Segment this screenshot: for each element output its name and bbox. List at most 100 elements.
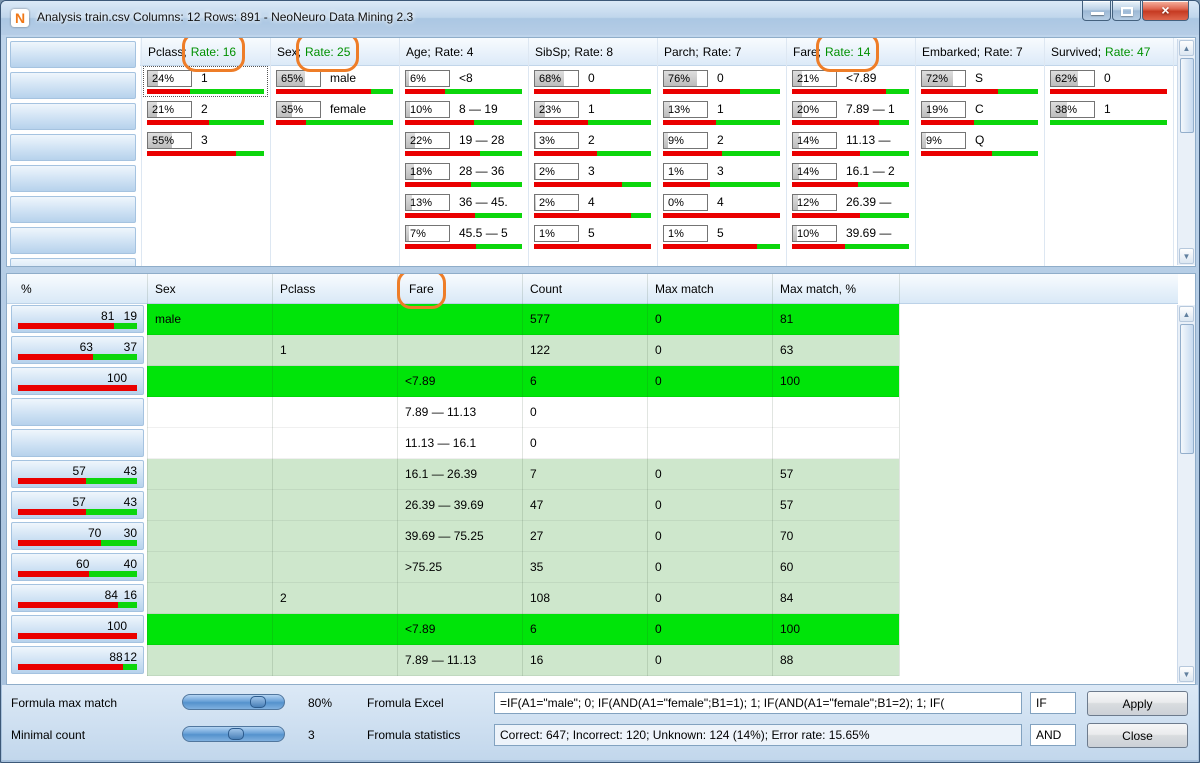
attribute-cell[interactable]: 19%C (917, 97, 1042, 128)
table-row[interactable]: >75.2535060 (147, 552, 899, 583)
match-percent-cell[interactable]: 1981 (11, 305, 144, 333)
table-row[interactable]: 26.39 — 39.6947057 (147, 490, 899, 521)
attribute-cell[interactable]: 7%45.5 — 5 (401, 221, 526, 252)
attribute-cell[interactable]: 76%0 (659, 66, 784, 97)
minimize-button[interactable] (1082, 1, 1111, 21)
attribute-cell[interactable]: 14%11.13 — (788, 128, 913, 159)
match-percent-cell[interactable]: 100 (11, 367, 144, 395)
row-selector-cell[interactable] (10, 41, 136, 68)
scroll-thumb[interactable] (1180, 324, 1194, 454)
match-percent-cell[interactable]: 1288 (11, 646, 144, 674)
table-row[interactable]: 16.1 — 26.397057 (147, 459, 899, 490)
slider-thumb[interactable] (228, 728, 244, 740)
attribute-cell[interactable]: 38%1 (1046, 97, 1171, 128)
column-header-fare[interactable]: Fare;Rate: 14 (786, 38, 870, 66)
attribute-cell[interactable]: 2%4 (530, 190, 655, 221)
table-row[interactable]: 7.89 — 11.1316088 (147, 645, 899, 676)
minimal-count-slider[interactable] (182, 726, 285, 742)
column-header-max-match-pct[interactable]: Max match, % (780, 274, 856, 304)
scroll-up-icon[interactable]: ▲ (1179, 40, 1194, 56)
scroll-down-icon[interactable]: ▼ (1179, 248, 1194, 264)
table-row[interactable]: 1122063 (147, 335, 899, 366)
attribute-cell[interactable]: 9%2 (659, 128, 784, 159)
match-percent-cell[interactable]: 4357 (11, 460, 144, 488)
match-percent-cell[interactable]: 1684 (11, 584, 144, 612)
attribute-cell[interactable]: 14%16.1 — 2 (788, 159, 913, 190)
attribute-cell[interactable]: 65%male (272, 66, 397, 97)
scrollbar-bottom[interactable]: ▲ ▼ (1177, 305, 1195, 683)
formula-excel-input[interactable] (494, 692, 1022, 714)
attribute-cell[interactable]: 22%19 — 28 (401, 128, 526, 159)
maximize-button[interactable] (1112, 1, 1141, 21)
row-selector-cell[interactable] (10, 165, 136, 192)
attribute-cell[interactable]: 10%39.69 — (788, 221, 913, 252)
table-row[interactable]: <7.8960100 (147, 366, 899, 397)
attribute-cell[interactable]: 18%28 — 36 (401, 159, 526, 190)
attribute-cell[interactable]: 1%5 (530, 221, 655, 252)
attribute-cell[interactable]: 21%2 (143, 97, 268, 128)
scroll-up-icon[interactable]: ▲ (1179, 306, 1194, 322)
match-percent-cell[interactable]: 4357 (11, 491, 144, 519)
column-header-age[interactable]: Age;Rate: 4 (399, 38, 473, 66)
attribute-cell[interactable]: 55%3 (143, 128, 268, 159)
match-percent-cell[interactable] (11, 429, 144, 457)
table-row[interactable]: 2108084 (147, 583, 899, 614)
if-operator-input[interactable] (1030, 692, 1076, 714)
match-percent-cell[interactable] (11, 398, 144, 426)
attribute-cell[interactable]: 13%36 — 45. (401, 190, 526, 221)
column-header-embarked[interactable]: Embarked;Rate: 7 (915, 38, 1023, 66)
match-percent-cell[interactable]: 4060 (11, 553, 144, 581)
column-header-pclass[interactable]: Pclass;Rate: 16 (141, 38, 236, 66)
attribute-cell[interactable]: 1%5 (659, 221, 784, 252)
row-selector-cell[interactable] (10, 134, 136, 161)
attribute-cell[interactable]: 24%1 (143, 66, 268, 97)
attribute-cell[interactable]: 62%0 (1046, 66, 1171, 97)
attribute-cell[interactable]: 10%8 — 19 (401, 97, 526, 128)
column-header-fare[interactable]: Fare (405, 274, 434, 304)
attribute-cell[interactable]: 21%<7.89 (788, 66, 913, 97)
attribute-cell[interactable]: 20%7.89 — 1 (788, 97, 913, 128)
row-selector-cell[interactable] (10, 227, 136, 254)
attribute-cell[interactable]: 13%1 (659, 97, 784, 128)
slider-thumb[interactable] (250, 696, 266, 708)
scroll-down-icon[interactable]: ▼ (1179, 666, 1194, 682)
apply-button[interactable]: Apply (1087, 691, 1188, 716)
and-operator-input[interactable] (1030, 724, 1076, 746)
formula-statistics-input[interactable] (494, 724, 1022, 746)
close-button-bottom[interactable]: Close (1087, 723, 1188, 748)
attribute-cell[interactable]: 72%S (917, 66, 1042, 97)
attribute-cell[interactable]: 2%3 (530, 159, 655, 190)
attribute-cell[interactable]: 68%0 (530, 66, 655, 97)
table-row[interactable]: <7.8960100 (147, 614, 899, 645)
table-row[interactable]: 39.69 — 75.2527070 (147, 521, 899, 552)
column-header-count[interactable]: Count (530, 274, 562, 304)
column-header-parch[interactable]: Parch;Rate: 7 (657, 38, 741, 66)
column-header-sex[interactable]: Sex (155, 274, 176, 304)
attribute-cell[interactable]: 3%2 (530, 128, 655, 159)
close-button[interactable]: × (1142, 1, 1189, 21)
attribute-cell[interactable]: 35%female (272, 97, 397, 128)
table-row[interactable]: 11.13 — 16.10 (147, 428, 899, 459)
formula-max-match-slider[interactable] (182, 694, 285, 710)
column-header-sibsp[interactable]: SibSp;Rate: 8 (528, 38, 613, 66)
table-row[interactable]: male577081 (147, 304, 899, 335)
table-row[interactable]: 7.89 — 11.130 (147, 397, 899, 428)
column-header-pct[interactable]: % (21, 274, 32, 304)
column-header-sex[interactable]: Sex;Rate: 25 (270, 38, 350, 66)
row-selector-cell[interactable] (10, 103, 136, 130)
attribute-cell[interactable]: 23%1 (530, 97, 655, 128)
attribute-cell[interactable]: 1%3 (659, 159, 784, 190)
row-selector-cell[interactable] (10, 258, 136, 267)
match-percent-cell[interactable]: 100 (11, 615, 144, 643)
match-percent-cell[interactable]: 3070 (11, 522, 144, 550)
scrollbar-top[interactable]: ▲ ▼ (1177, 39, 1195, 265)
scroll-thumb[interactable] (1180, 58, 1194, 133)
attribute-cell[interactable]: 6%<8 (401, 66, 526, 97)
attribute-cell[interactable]: 12%26.39 — (788, 190, 913, 221)
column-header-max-match[interactable]: Max match (655, 274, 714, 304)
column-header-pclass[interactable]: Pclass (280, 274, 315, 304)
match-percent-cell[interactable]: 3763 (11, 336, 144, 364)
attribute-cell[interactable]: 9%Q (917, 128, 1042, 159)
row-selector-cell[interactable] (10, 72, 136, 99)
row-selector-cell[interactable] (10, 196, 136, 223)
